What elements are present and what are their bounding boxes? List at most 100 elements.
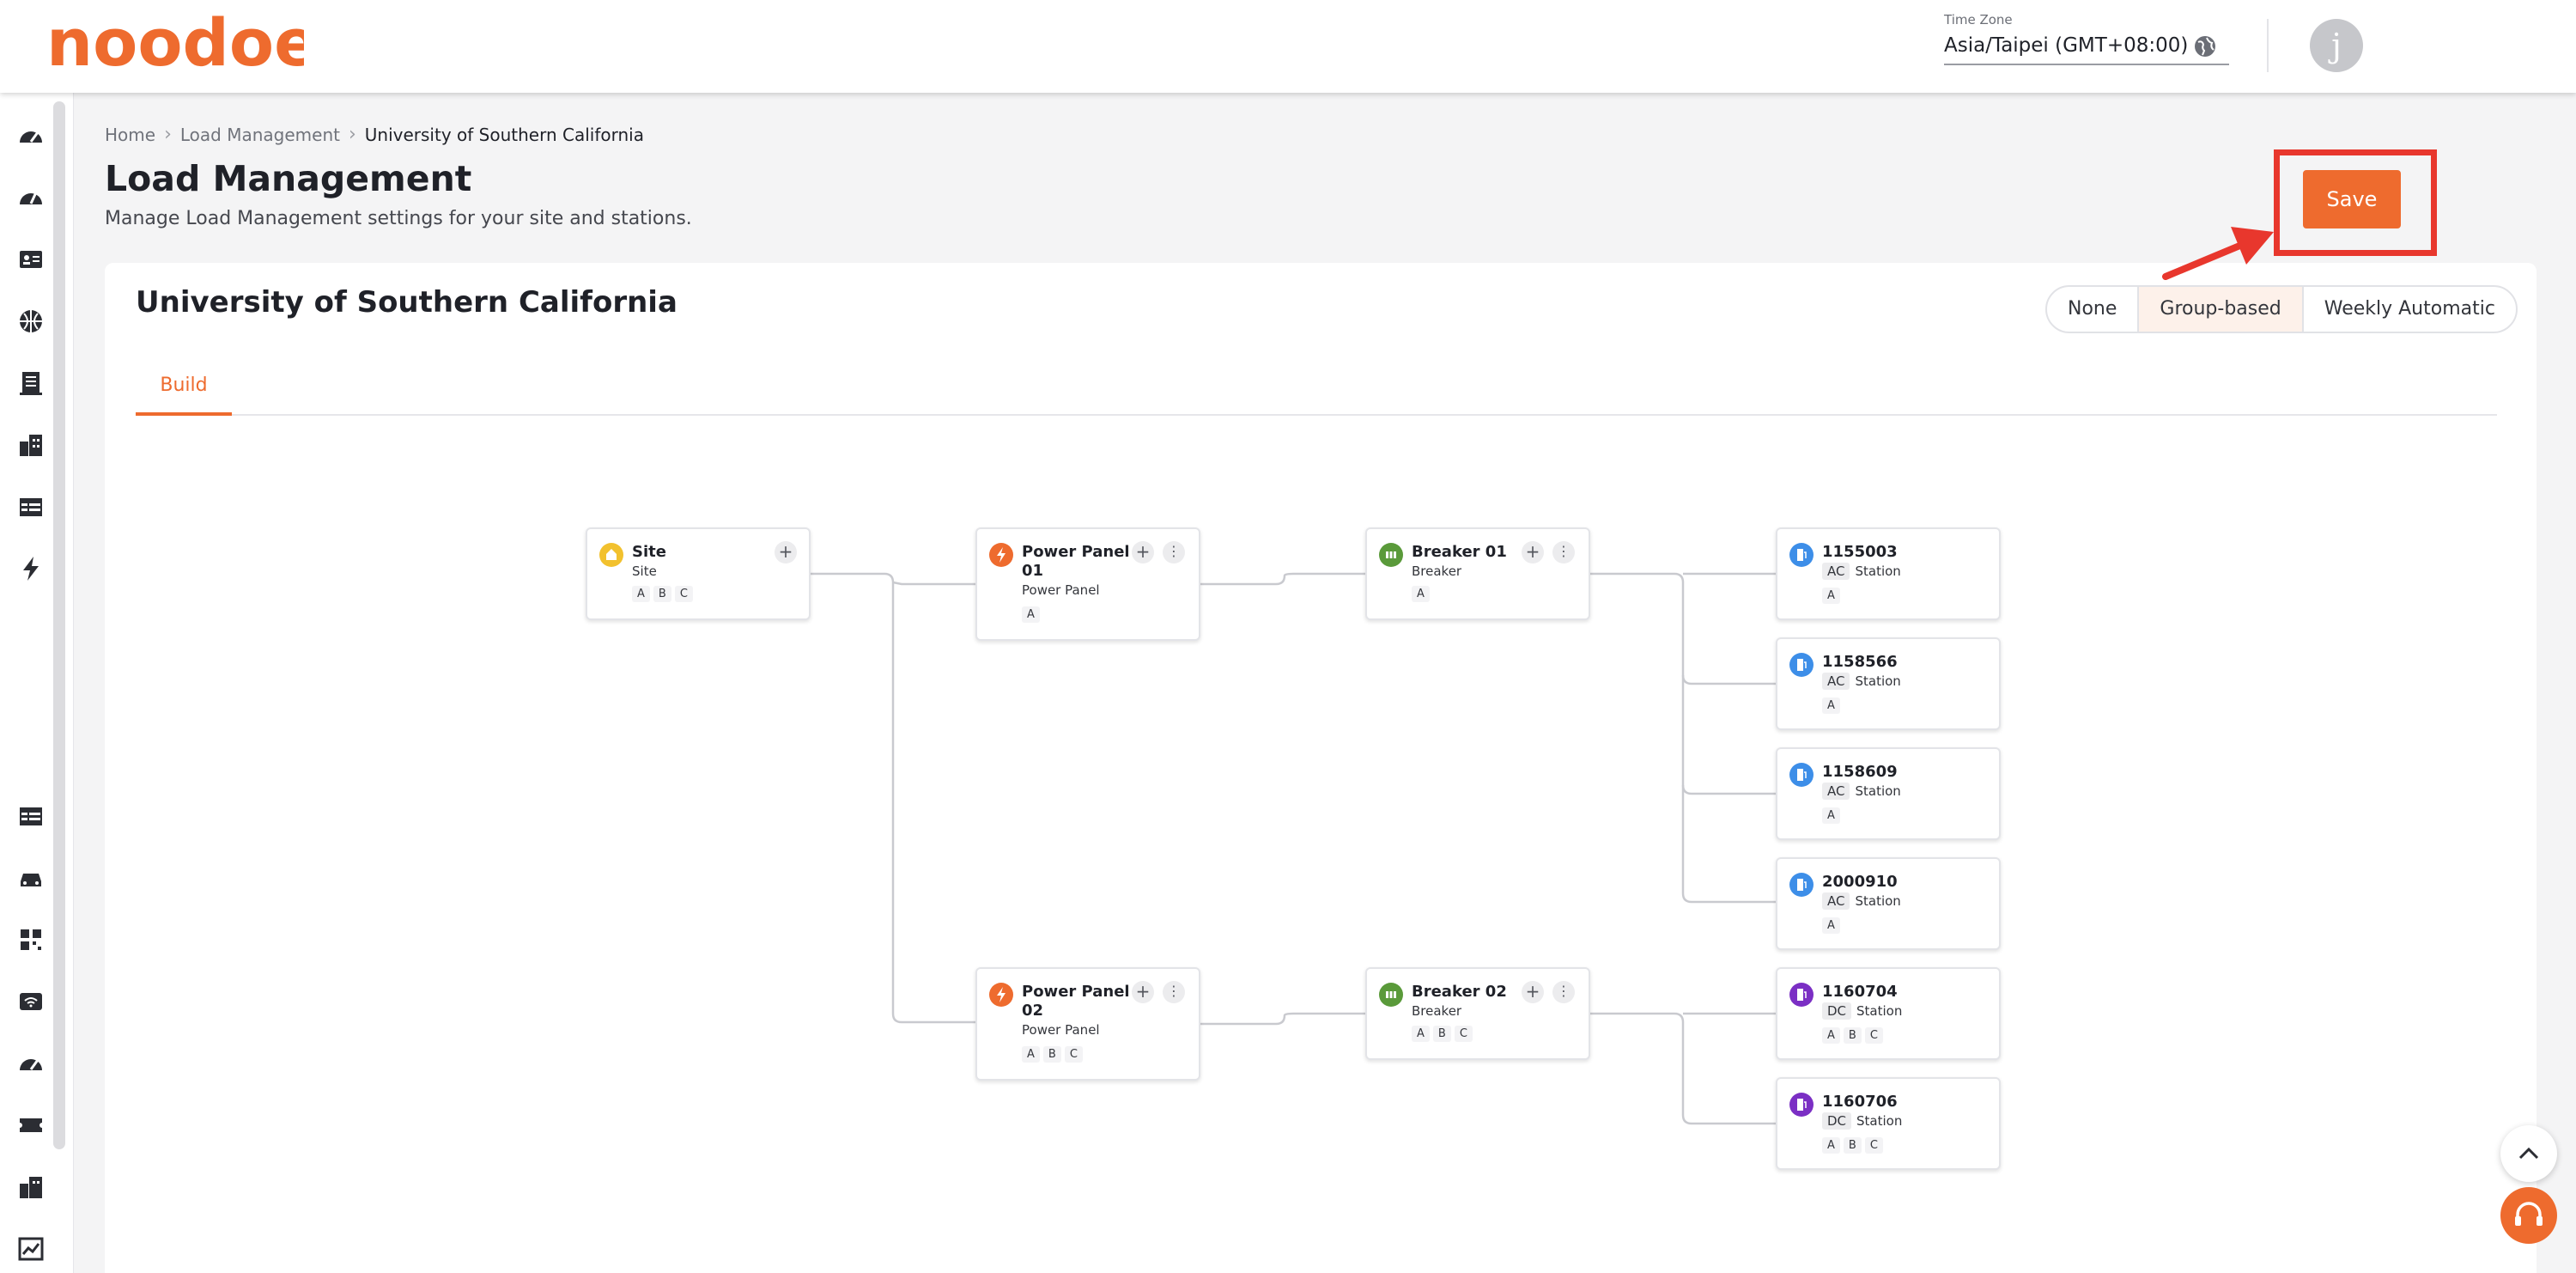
- node-title: Breaker 02: [1412, 983, 1507, 1001]
- car-icon[interactable]: [17, 864, 45, 892]
- phase-tag: C: [674, 586, 693, 602]
- node-breaker-02[interactable]: Breaker 02 Breaker A B C + ⋮: [1365, 967, 1590, 1060]
- node-type: AC Station: [1822, 892, 1901, 910]
- node-title: Site: [632, 543, 666, 561]
- node-power-panel-02[interactable]: Power Panel 02 Power Panel A B C + ⋮: [975, 967, 1200, 1081]
- sidebar-scrollbar[interactable]: [53, 101, 65, 1149]
- add-child-button[interactable]: +: [1132, 541, 1154, 563]
- list-icon[interactable]: [17, 802, 45, 830]
- add-child-button[interactable]: +: [1132, 981, 1154, 1003]
- current-tag: AC: [1822, 892, 1850, 910]
- gauge-icon[interactable]: [17, 184, 45, 211]
- phase-tag: A: [1412, 586, 1430, 602]
- site-title: University of Southern California: [136, 285, 677, 320]
- node-power-panel-01[interactable]: Power Panel 01 Power Panel A + ⋮: [975, 527, 1200, 641]
- node-type: AC Station: [1822, 673, 1901, 690]
- node-phases: A: [1822, 697, 1840, 714]
- add-child-button[interactable]: +: [775, 541, 797, 563]
- phase-tag: C: [1864, 1137, 1883, 1154]
- id-card-icon[interactable]: [17, 246, 45, 273]
- lightning-bolt-icon: [989, 543, 1013, 567]
- speed-icon[interactable]: [17, 1050, 45, 1077]
- qr-code-icon[interactable]: [17, 926, 45, 953]
- globe-icon: [2195, 36, 2215, 57]
- support-button[interactable]: [2500, 1187, 2557, 1244]
- phase-tag: B: [1432, 1026, 1451, 1042]
- node-type: DC Station: [1822, 1002, 1903, 1020]
- site-home-icon: [599, 543, 623, 567]
- node-breaker-01[interactable]: Breaker 01 Breaker A + ⋮: [1365, 527, 1590, 620]
- ev-station-icon: [1789, 653, 1814, 677]
- phase-tag: C: [1064, 1046, 1083, 1063]
- noodoe-logo[interactable]: noodoe: [46, 12, 304, 81]
- node-station-2000910[interactable]: 2000910 AC Station A: [1776, 857, 2001, 950]
- node-station-1160704[interactable]: 1160704 DC Station A B C: [1776, 967, 2001, 1060]
- more-options-icon[interactable]: ⋮: [1552, 981, 1575, 1003]
- page-subtitle: Manage Load Management settings for your…: [105, 208, 692, 229]
- node-type: Breaker: [1412, 563, 1462, 579]
- table-icon[interactable]: [17, 493, 45, 521]
- top-header: noodoe Time Zone Asia/Taipei (GMT+08:00)…: [0, 0, 2576, 93]
- breadcrumb-current: University of Southern California: [364, 124, 644, 145]
- ticket-icon[interactable]: [17, 1112, 45, 1139]
- phase-tag: B: [1843, 1027, 1862, 1044]
- ev-station-icon: [1789, 1093, 1814, 1117]
- save-button[interactable]: Save: [2303, 170, 2401, 228]
- globe-nav-icon[interactable]: [17, 308, 45, 335]
- scroll-to-top-button[interactable]: [2500, 1125, 2557, 1182]
- building-icon[interactable]: [17, 369, 45, 397]
- node-type: Power Panel: [1022, 582, 1100, 598]
- headset-icon: [2515, 1202, 2543, 1226]
- phase-tag: B: [653, 586, 671, 602]
- breaker-icon: [1379, 983, 1403, 1007]
- mode-none[interactable]: None: [2047, 287, 2140, 332]
- chevron-right-icon: ›: [164, 124, 172, 145]
- station-type: Station: [1855, 893, 1901, 909]
- phase-tag: A: [1412, 1026, 1430, 1042]
- mode-weekly-automatic[interactable]: Weekly Automatic: [2304, 287, 2516, 332]
- node-title: 1160706: [1822, 1093, 1898, 1111]
- more-options-icon[interactable]: ⋮: [1552, 541, 1575, 563]
- node-phases: A B C: [1822, 1027, 1883, 1044]
- lightning-icon[interactable]: [17, 555, 45, 582]
- node-phases: A: [1822, 807, 1840, 824]
- page-title: Load Management: [105, 158, 472, 199]
- node-type: Breaker: [1412, 1003, 1462, 1019]
- tab-build[interactable]: Build: [136, 357, 232, 416]
- user-avatar[interactable]: j: [2310, 19, 2363, 72]
- node-title: Power Panel 02: [1022, 983, 1130, 1020]
- tab-bar: Build: [136, 357, 2497, 416]
- node-site[interactable]: Site Site A B C +: [586, 527, 811, 620]
- node-type: AC Station: [1822, 783, 1901, 800]
- dashboard-icon[interactable]: [17, 122, 45, 149]
- svg-text:noodoe: noodoe: [46, 12, 304, 81]
- timezone-selector[interactable]: Time Zone Asia/Taipei (GMT+08:00): [1944, 12, 2229, 65]
- city-icon[interactable]: [17, 431, 45, 459]
- breadcrumb-load-management[interactable]: Load Management: [180, 125, 340, 145]
- phase-tag: A: [1822, 807, 1840, 824]
- node-station-1158609[interactable]: 1158609 AC Station A: [1776, 747, 2001, 840]
- station-type: Station: [1855, 783, 1901, 799]
- phase-tag: B: [1042, 1046, 1061, 1063]
- node-station-1155003[interactable]: 1155003 AC Station A: [1776, 527, 2001, 620]
- breadcrumb-home[interactable]: Home: [105, 125, 155, 145]
- node-station-1160706[interactable]: 1160706 DC Station A B C: [1776, 1077, 2001, 1170]
- breaker-icon: [1379, 543, 1403, 567]
- station-type: Station: [1856, 1003, 1903, 1019]
- node-title: 1160704: [1822, 983, 1898, 1001]
- timezone-value[interactable]: Asia/Taipei (GMT+08:00): [1944, 34, 2229, 65]
- wifi-icon[interactable]: [17, 988, 45, 1015]
- node-phases: A B C: [632, 586, 693, 602]
- add-child-button[interactable]: +: [1522, 541, 1544, 563]
- current-tag: DC: [1822, 1112, 1852, 1130]
- ev-station-icon: [1789, 983, 1814, 1007]
- node-phases: A: [1822, 588, 1840, 604]
- office-icon[interactable]: [17, 1173, 45, 1201]
- more-options-icon[interactable]: ⋮: [1163, 541, 1185, 563]
- node-station-1158566[interactable]: 1158566 AC Station A: [1776, 637, 2001, 730]
- chevron-right-icon: ›: [348, 124, 356, 145]
- more-options-icon[interactable]: ⋮: [1163, 981, 1185, 1003]
- chart-icon[interactable]: [17, 1235, 45, 1263]
- add-child-button[interactable]: +: [1522, 981, 1544, 1003]
- current-tag: AC: [1822, 673, 1850, 690]
